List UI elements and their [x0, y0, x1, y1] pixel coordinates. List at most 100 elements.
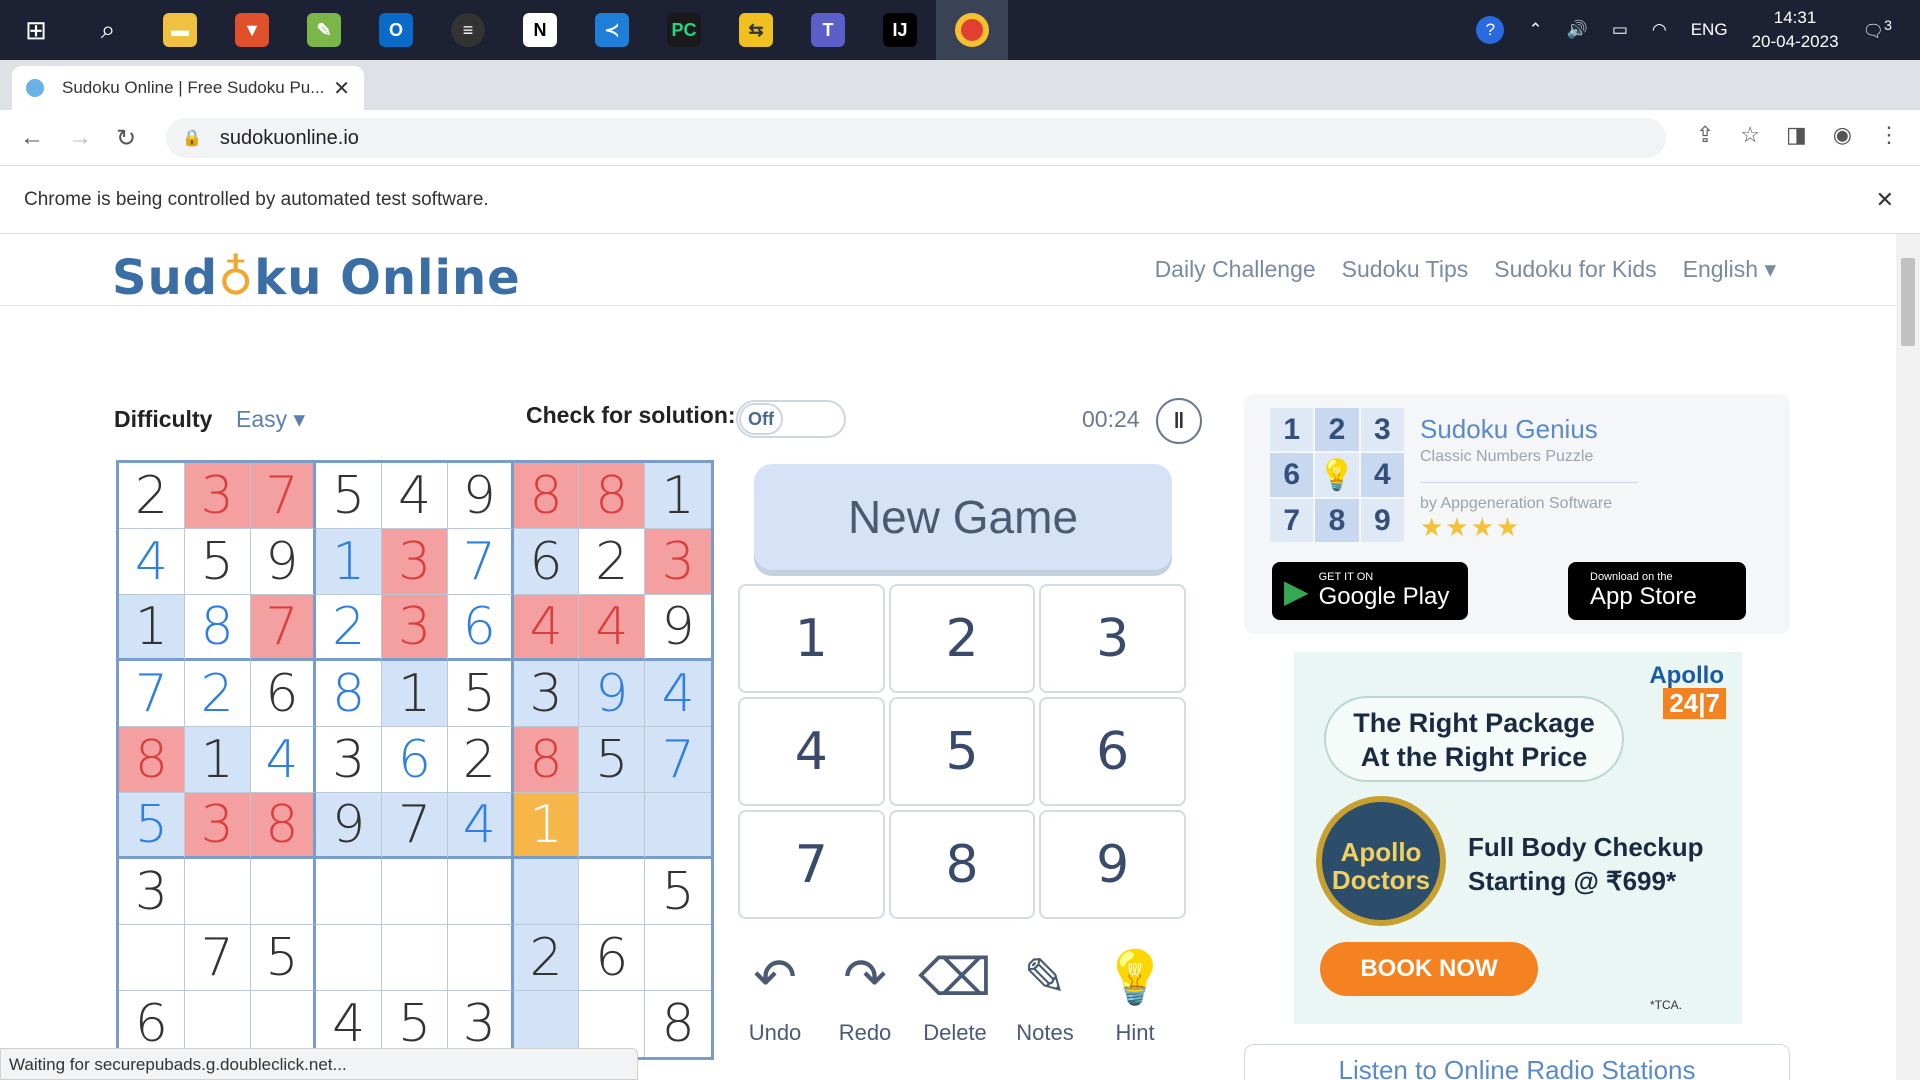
language-dropdown[interactable]: English ▾ — [1683, 256, 1776, 283]
sudoku-cell[interactable]: 1 — [316, 529, 383, 595]
number-button-3[interactable]: 3 — [1039, 584, 1186, 693]
app-store-button[interactable]: Download on the App Store — [1568, 562, 1746, 620]
sudoku-cell[interactable]: 9 — [447, 463, 514, 529]
sudoku-cell[interactable]: 9 — [579, 661, 646, 727]
sudoku-cell[interactable]: 3 — [382, 529, 448, 595]
radio-stations-link[interactable]: Listen to Online Radio Stations — [1244, 1044, 1790, 1080]
sudoku-cell[interactable]: 8 — [184, 595, 251, 661]
sudoku-cell[interactable] — [579, 859, 646, 925]
sudoku-cell[interactable]: 1 — [382, 661, 448, 727]
pause-button[interactable]: ‖ — [1156, 398, 1202, 444]
sudoku-cell[interactable]: 1 — [184, 727, 251, 793]
sudoku-cell[interactable] — [382, 925, 448, 991]
sudoku-cell[interactable]: 7 — [382, 793, 448, 859]
windows-start-icon[interactable]: ⊞ — [0, 0, 72, 60]
media-icon[interactable]: ≡ — [432, 0, 504, 60]
sudoku-cell[interactable] — [316, 925, 383, 991]
profile-icon[interactable]: ◉ — [1833, 122, 1852, 148]
menu-icon[interactable]: ⋮ — [1878, 122, 1900, 148]
language-indicator[interactable]: ENG — [1691, 20, 1728, 40]
sudoku-cell[interactable] — [447, 925, 514, 991]
sudoku-cell[interactable]: 6 — [579, 925, 646, 991]
vscode-icon[interactable]: ≺ — [576, 0, 648, 60]
sudoku-cell[interactable] — [316, 859, 383, 925]
sudoku-cell[interactable]: 3 — [119, 859, 185, 925]
sudoku-cell[interactable]: 8 — [645, 991, 711, 1057]
sudoku-cell[interactable]: 7 — [119, 661, 185, 727]
google-play-button[interactable]: ▶ GET IT ON Google Play — [1272, 562, 1468, 620]
forward-icon[interactable]: → — [68, 124, 92, 152]
share-icon[interactable]: ⇪ — [1696, 122, 1714, 148]
sudoku-cell[interactable]: 6 — [250, 661, 317, 727]
number-button-6[interactable]: 6 — [1039, 697, 1186, 806]
teams-icon[interactable]: T — [792, 0, 864, 60]
notification-icon[interactable]: 🗨3 — [1863, 18, 1892, 42]
sudoku-cell[interactable]: 2 — [513, 925, 580, 991]
sudoku-cell[interactable]: 7 — [184, 925, 251, 991]
sudoku-cell[interactable] — [513, 859, 580, 925]
sudoku-cell[interactable]: 3 — [316, 727, 383, 793]
sudoku-cell[interactable]: 2 — [316, 595, 383, 661]
number-button-5[interactable]: 5 — [888, 697, 1036, 806]
sudoku-cell[interactable]: 8 — [316, 661, 383, 727]
number-button-7[interactable]: 7 — [738, 810, 885, 919]
sudoku-cell[interactable]: 7 — [645, 727, 711, 793]
sudoku-cell[interactable]: 3 — [184, 463, 251, 529]
help-icon[interactable]: ? — [1476, 16, 1505, 44]
volume-icon[interactable]: 🔊 — [1567, 20, 1588, 40]
sudoku-cell[interactable]: 1 — [119, 595, 185, 661]
sudoku-cell[interactable]: 3 — [645, 529, 711, 595]
app-logo[interactable]: 1 2 3 6 💡 4 7 8 9 — [1270, 408, 1404, 542]
delete-button[interactable]: ⌫ Delete — [918, 942, 992, 1046]
nav-sudoku-for-kids[interactable]: Sudoku for Kids — [1494, 256, 1656, 283]
hint-button[interactable]: 💡 Hint — [1098, 942, 1172, 1046]
sudoku-cell[interactable] — [645, 925, 711, 991]
sudoku-cell[interactable] — [645, 793, 711, 859]
close-infobar-icon[interactable]: ✕ — [1876, 187, 1894, 213]
sudoku-cell[interactable]: 8 — [513, 463, 580, 529]
sudoku-cell[interactable] — [447, 859, 514, 925]
number-button-1[interactable]: 1 — [738, 584, 885, 693]
sudoku-cell[interactable]: 1 — [513, 793, 580, 859]
sudoku-cell[interactable]: 2 — [447, 727, 514, 793]
sudoku-cell[interactable]: 6 — [513, 529, 580, 595]
sudoku-cell[interactable]: 6 — [447, 595, 514, 661]
sudoku-cell[interactable]: 3 — [513, 661, 580, 727]
book-now-button[interactable]: BOOK NOW — [1320, 942, 1538, 996]
pycharm-icon[interactable]: PC — [648, 0, 720, 60]
sudoku-cell[interactable]: 2 — [119, 463, 185, 529]
side-panel-icon[interactable]: ◨ — [1786, 122, 1807, 148]
scrollbar-thumb[interactable] — [1901, 258, 1915, 346]
sudoku-cell[interactable] — [579, 793, 646, 859]
redo-button[interactable]: ↷ Redo — [828, 942, 902, 1046]
reload-icon[interactable]: ↻ — [116, 124, 136, 153]
sudoku-cell[interactable] — [382, 859, 448, 925]
clock[interactable]: 14:31 20-04-2023 — [1752, 6, 1839, 54]
new-game-button[interactable]: New Game — [754, 464, 1172, 570]
sudoku-cell[interactable]: 5 — [184, 529, 251, 595]
sudoku-cell[interactable]: 3 — [382, 595, 448, 661]
sudoku-cell[interactable]: 8 — [119, 727, 185, 793]
chevron-up-icon[interactable]: ⌃ — [1528, 20, 1542, 40]
sudoku-cell[interactable]: 5 — [447, 661, 514, 727]
bookmark-star-icon[interactable]: ☆ — [1740, 122, 1760, 148]
browser-tab[interactable]: Sudoku Online | Free Sudoku Pu... ✕ — [12, 66, 364, 110]
sudoku-cell[interactable]: 9 — [316, 793, 383, 859]
sudoku-cell[interactable]: 3 — [184, 793, 251, 859]
sudoku-cell[interactable]: 1 — [645, 463, 711, 529]
sudoku-cell[interactable]: 5 — [316, 463, 383, 529]
nav-daily-challenge[interactable]: Daily Challenge — [1155, 256, 1316, 283]
sudoku-cell[interactable]: 5 — [645, 859, 711, 925]
check-solution-toggle[interactable]: Off — [736, 400, 846, 438]
sudoku-cell[interactable]: 2 — [184, 661, 251, 727]
close-tab-icon[interactable]: ✕ — [333, 76, 350, 101]
sudoku-cell[interactable]: 9 — [250, 529, 317, 595]
back-icon[interactable]: ← — [20, 124, 44, 152]
sudoku-cell[interactable] — [184, 859, 251, 925]
sudoku-cell[interactable]: 9 — [645, 595, 711, 661]
site-logo[interactable]: Sud♁ku Online — [112, 250, 521, 306]
git-icon[interactable]: ⇆ — [720, 0, 792, 60]
brave-icon[interactable]: ▼ — [216, 0, 288, 60]
sudoku-cell[interactable]: 4 — [513, 595, 580, 661]
sudoku-cell[interactable]: 2 — [579, 529, 646, 595]
